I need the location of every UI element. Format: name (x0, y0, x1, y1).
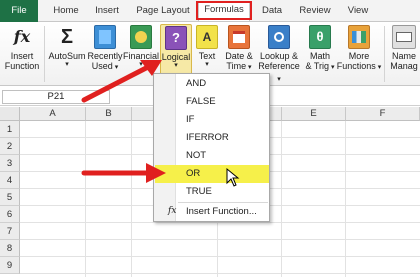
autosum-button[interactable]: Σ AutoSum ▾ (47, 24, 87, 84)
tab-view[interactable]: View (344, 4, 372, 20)
logical-dropdown-menu: AND FALSE IF IFERROR NOT OR TRUE fx Inse… (153, 73, 270, 222)
lookup-book-icon (268, 25, 290, 49)
row-header-5[interactable]: 5 (0, 189, 20, 206)
column-header-b[interactable]: B (86, 107, 132, 121)
menu-item-iferror[interactable]: IFERROR (155, 129, 269, 147)
calendar-book-icon (228, 25, 250, 49)
column-header-f[interactable]: F (346, 107, 420, 121)
ribbon-separator (44, 26, 45, 82)
gridline (20, 273, 420, 274)
text-book-icon: A (196, 25, 218, 49)
financial-book-icon (130, 25, 152, 49)
tab-data[interactable]: Data (258, 4, 286, 20)
tab-insert[interactable]: Insert (90, 4, 124, 20)
ribbon-separator (384, 26, 385, 82)
row-header-1[interactable]: 1 (0, 121, 20, 138)
formulas-tab-highlight (196, 1, 252, 20)
row-header-9[interactable]: 9 (0, 257, 20, 274)
ribbon-tab-bar: File Home Insert Page Layout Formulas Da… (0, 0, 420, 22)
tab-file[interactable]: File (0, 0, 38, 22)
row-header-6[interactable]: 6 (0, 206, 20, 223)
tab-review[interactable]: Review (296, 4, 334, 20)
fx-icon: fx (13, 27, 31, 46)
name-manager-button[interactable]: Name Manag (388, 24, 420, 84)
insert-function-button[interactable]: fx Insert Function (2, 24, 42, 84)
menu-item-or[interactable]: OR (155, 165, 269, 183)
more-functions-button[interactable]: More Functions ▾ (336, 24, 382, 84)
gridline (281, 121, 282, 277)
gridline (20, 222, 420, 223)
row-header-3[interactable]: 3 (0, 155, 20, 172)
menu-item-false[interactable]: FALSE (155, 93, 269, 111)
more-books-icon (348, 25, 370, 49)
math-trig-button[interactable]: θ Math & Trig ▾ (302, 24, 338, 84)
gridline (131, 121, 132, 277)
menu-item-and[interactable]: AND (155, 75, 269, 93)
row-header-8[interactable]: 8 (0, 240, 20, 257)
row-header-2[interactable]: 2 (0, 138, 20, 155)
gridline (345, 121, 346, 277)
menu-item-true[interactable]: TRUE (155, 183, 269, 201)
row-header-7[interactable]: 7 (0, 223, 20, 240)
column-header-e[interactable]: E (282, 107, 346, 121)
tab-home[interactable]: Home (50, 4, 82, 20)
question-book-icon: ? (165, 26, 187, 50)
recently-used-button[interactable]: Recently Used ▾ (86, 24, 124, 84)
tab-page-layout[interactable]: Page Layout (134, 4, 192, 20)
gridline (20, 239, 420, 240)
name-box[interactable]: P21 (2, 90, 110, 104)
menu-item-not[interactable]: NOT (155, 147, 269, 165)
column-header-a[interactable]: A (20, 107, 86, 121)
menu-item-if[interactable]: IF (155, 111, 269, 129)
select-all-corner[interactable] (0, 107, 20, 121)
row-header-4[interactable]: 4 (0, 172, 20, 189)
menu-item-insert-function[interactable]: Insert Function... (155, 203, 269, 221)
gridline (20, 256, 420, 257)
recently-used-book-icon (94, 25, 116, 49)
name-manager-icon (392, 25, 416, 49)
gridline (85, 121, 86, 277)
sigma-icon: Σ (60, 26, 73, 48)
theta-book-icon: θ (309, 25, 331, 49)
